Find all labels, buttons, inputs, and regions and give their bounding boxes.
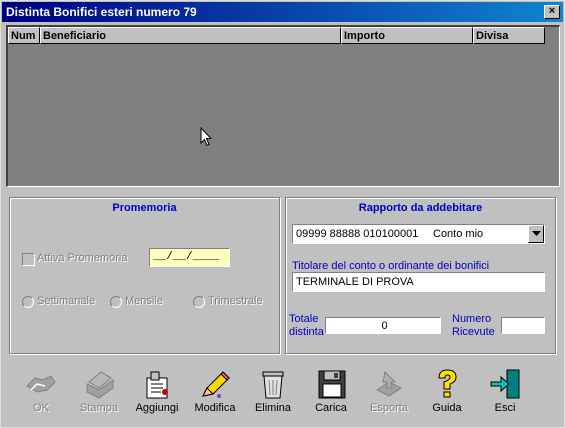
aggiungi-label: Aggiungi [135, 402, 179, 414]
promemoria-date-field[interactable]: __/__/____ [149, 248, 230, 267]
window-title: Distinta Bonifici esteri numero 79 [6, 5, 197, 19]
rapporto-select[interactable]: 09999 88888 010100001 Conto mio [292, 224, 545, 244]
elimina-button[interactable]: Elimina [245, 365, 301, 423]
radio-trimestrale-label: Trimestrale [208, 295, 263, 307]
radio-mensile[interactable] [110, 296, 122, 308]
titolare-label: Titolare del conto o ordinante dei bonif… [292, 260, 490, 272]
totale-label: Totale [289, 313, 319, 325]
attiva-promemoria-label: Attiva Promemoria [37, 252, 128, 264]
carica-label: Carica [315, 402, 347, 414]
radio-mensile-label: Mensile [125, 295, 163, 307]
dropdown-button[interactable] [528, 225, 544, 243]
attiva-promemoria-checkbox[interactable] [22, 253, 35, 266]
radio-trimestrale[interactable] [193, 296, 205, 308]
column-header-num[interactable]: Num [8, 27, 40, 44]
guida-button[interactable]: Guida [419, 365, 475, 423]
column-header-beneficiario[interactable]: Beneficiario [40, 27, 341, 44]
floppy-disk-icon [318, 370, 346, 399]
help-question-icon [438, 369, 457, 398]
close-icon: × [548, 5, 556, 17]
column-header-importo[interactable]: Importo [341, 27, 473, 44]
aggiungi-button[interactable]: Aggiungi [129, 365, 185, 423]
chevron-down-icon [531, 231, 541, 236]
pencil-icon [202, 371, 230, 398]
esporta-button[interactable]: Esporta [361, 365, 417, 423]
ok-label: OK [33, 402, 49, 414]
elimina-label: Elimina [254, 402, 292, 414]
stampa-label: Stampa [80, 402, 118, 414]
titolare-field[interactable]: TERMINALE DI PROVA [292, 272, 545, 292]
handshake-icon [26, 375, 56, 393]
title-bar: Distinta Bonifici esteri numero 79 × [2, 2, 563, 22]
promemoria-panel: Promemoria Attiva Promemoria __/__/____ … [9, 197, 280, 354]
rapporto-account-desc: Conto mio [433, 228, 484, 240]
bonifici-grid[interactable]: Num Beneficiario Importo Divisa [6, 25, 560, 187]
radio-settimanale-label: Settimanale [37, 295, 96, 307]
esci-label: Esci [494, 402, 516, 414]
modifica-label: Modifica [194, 402, 236, 414]
ok-button[interactable]: OK [13, 365, 69, 423]
column-header-divisa[interactable]: Divisa [473, 27, 545, 44]
esci-button[interactable]: Esci [477, 365, 533, 423]
trash-can-icon [262, 371, 284, 399]
rapporto-account-number: 09999 88888 010100001 [296, 228, 419, 240]
modifica-button[interactable]: Modifica [187, 365, 243, 423]
grid-header: Num Beneficiario Importo Divisa [8, 27, 545, 44]
close-button[interactable]: × [544, 5, 560, 19]
ricevute-label: Ricevute [452, 326, 495, 338]
rapporto-title: Rapporto da addebitare [358, 202, 483, 214]
guida-label: Guida [432, 402, 462, 414]
exit-door-icon [490, 369, 520, 399]
esporta-label: Esporta [370, 402, 408, 414]
radio-settimanale[interactable] [22, 296, 34, 308]
main-window: Distinta Bonifici esteri numero 79 × Num… [0, 0, 565, 428]
export-icon [376, 370, 402, 397]
mouse-pointer-icon [200, 127, 212, 147]
numero-label: Numero [452, 313, 492, 325]
carica-button[interactable]: Carica [303, 365, 359, 423]
rapporto-panel: Rapporto da addebitare 09999 88888 01010… [285, 197, 556, 354]
toolbar: OK Stampa Aggiungi Modifica Elimina Cari… [9, 365, 557, 425]
add-document-icon [146, 371, 168, 399]
promemoria-title: Promemoria [112, 202, 177, 214]
stampa-button[interactable]: Stampa [71, 365, 127, 423]
printer-icon [86, 371, 114, 399]
totale-distinta-field[interactable]: 0 [325, 317, 441, 334]
distinta-label: distinta [289, 326, 324, 338]
numero-ricevute-field[interactable] [501, 317, 545, 334]
